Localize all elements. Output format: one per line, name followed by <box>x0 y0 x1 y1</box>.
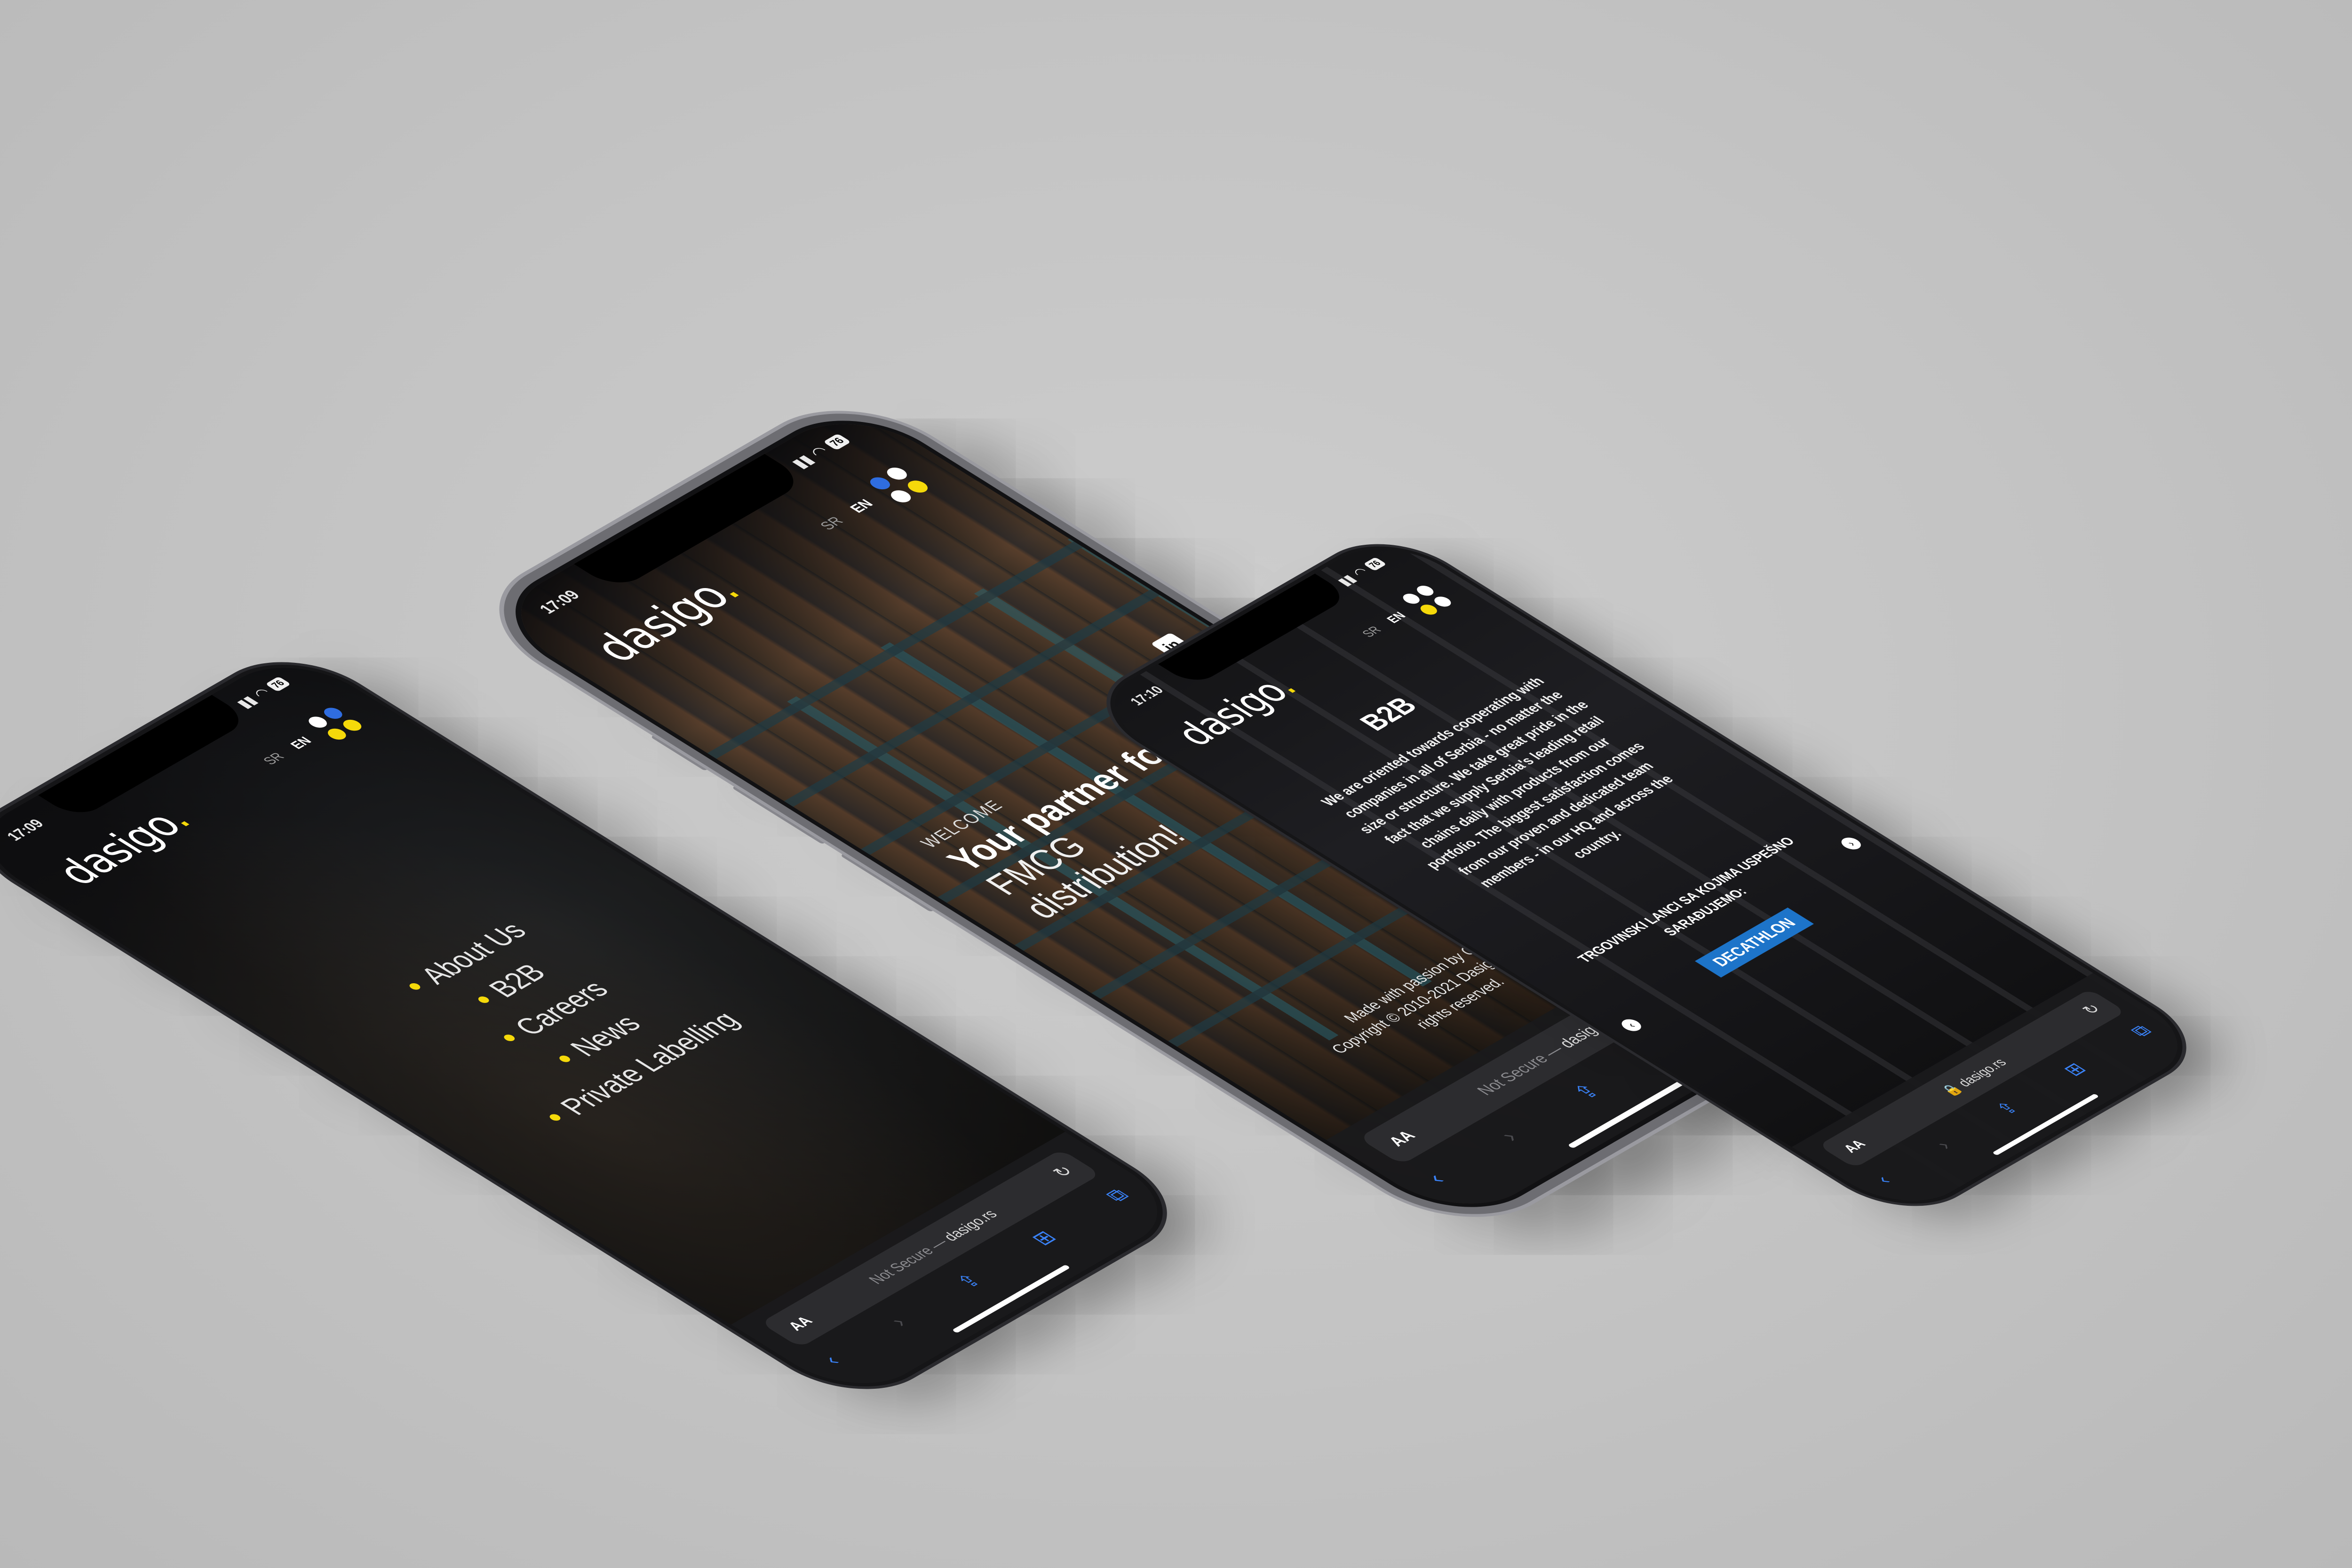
reader-button[interactable]: AA <box>1384 1128 1420 1149</box>
dot-white <box>1431 594 1454 609</box>
status-icons: ▮▮ ◠ 76 <box>232 675 293 711</box>
menu-dots-icon[interactable] <box>1399 583 1454 617</box>
menu-dots-icon[interactable] <box>866 465 932 505</box>
signal-icon: ▮▮ <box>1334 572 1360 588</box>
dot-yellow <box>324 726 350 742</box>
battery-icon: 76 <box>1363 557 1387 572</box>
menu-dots-icon[interactable] <box>305 705 366 742</box>
lang-sr-link[interactable]: SR <box>817 514 847 533</box>
dot-yellow <box>339 717 366 733</box>
back-icon[interactable]: ‹ <box>818 1352 846 1369</box>
bookmarks-icon[interactable]: ⊞ <box>1025 1227 1062 1249</box>
menu-item-label: B2B <box>481 959 554 1003</box>
lang-en-link[interactable]: EN <box>1384 610 1409 626</box>
tabs-icon[interactable]: ⧉ <box>1100 1185 1135 1206</box>
url-prefix: Not Secure — <box>865 1234 955 1287</box>
reader-button[interactable]: AA <box>1840 1138 1869 1155</box>
bullet-icon <box>501 1033 517 1043</box>
status-time: 17:09 <box>2 816 48 844</box>
url-host: dasigo.rs <box>939 1207 1001 1244</box>
bullet-icon <box>407 982 423 991</box>
lang-en-link[interactable]: EN <box>287 735 316 752</box>
share-icon[interactable]: ⇪ <box>1567 1080 1607 1104</box>
status-time: 17:10 <box>1126 683 1167 708</box>
forward-icon[interactable]: › <box>1494 1127 1525 1146</box>
reload-icon[interactable]: ↻ <box>2078 1001 2106 1018</box>
forward-icon[interactable]: › <box>1931 1137 1956 1153</box>
url-prefix: Not Secure — <box>1472 1040 1572 1098</box>
battery-icon: 76 <box>265 676 291 692</box>
share-icon[interactable]: ⇪ <box>1991 1098 2024 1118</box>
dot-yellow <box>1417 602 1440 617</box>
dot-white <box>887 488 915 505</box>
back-icon[interactable]: ‹ <box>1421 1169 1452 1188</box>
reader-button[interactable]: AA <box>784 1314 817 1334</box>
forward-icon[interactable]: › <box>884 1313 913 1330</box>
lang-en-link[interactable]: EN <box>847 497 877 516</box>
signal-icon: ▮▮ <box>232 693 262 711</box>
back-icon[interactable]: ‹ <box>1870 1172 1896 1188</box>
dot-yellow <box>904 478 932 495</box>
reload-icon[interactable]: ↻ <box>1048 1162 1078 1181</box>
bullet-icon <box>547 1113 563 1122</box>
dot-blue <box>320 705 346 721</box>
lang-sr-link[interactable]: SR <box>1359 624 1384 640</box>
status-icons: ▮▮ ◠ 76 <box>787 432 853 471</box>
url-host: dasigo.rs <box>1954 1056 2010 1090</box>
dot-white <box>305 714 331 730</box>
mockup-background: 17:09 ▮▮ ◠ 76 dasigo. SR EN About Us B2B… <box>0 0 2352 1568</box>
battery-icon: 76 <box>823 433 851 451</box>
dot-white <box>1414 583 1437 598</box>
dot-white <box>1399 591 1423 606</box>
status-icons: ▮▮ ◠ 76 <box>1334 556 1389 588</box>
bullet-icon <box>476 995 491 1004</box>
lang-sr-link[interactable]: SR <box>260 750 288 767</box>
bookmarks-icon[interactable]: ⊞ <box>2058 1059 2091 1080</box>
dot-blue <box>866 475 894 492</box>
status-time: 17:09 <box>535 587 584 617</box>
signal-icon: ▮▮ <box>787 452 818 471</box>
bullet-icon <box>557 1054 572 1064</box>
dot-white <box>883 465 911 482</box>
share-icon[interactable]: ⇪ <box>951 1270 987 1292</box>
tabs-icon[interactable]: ⧉ <box>2125 1021 2157 1041</box>
url-display[interactable]: 🔒 dasigo.rs <box>1938 1056 2010 1098</box>
